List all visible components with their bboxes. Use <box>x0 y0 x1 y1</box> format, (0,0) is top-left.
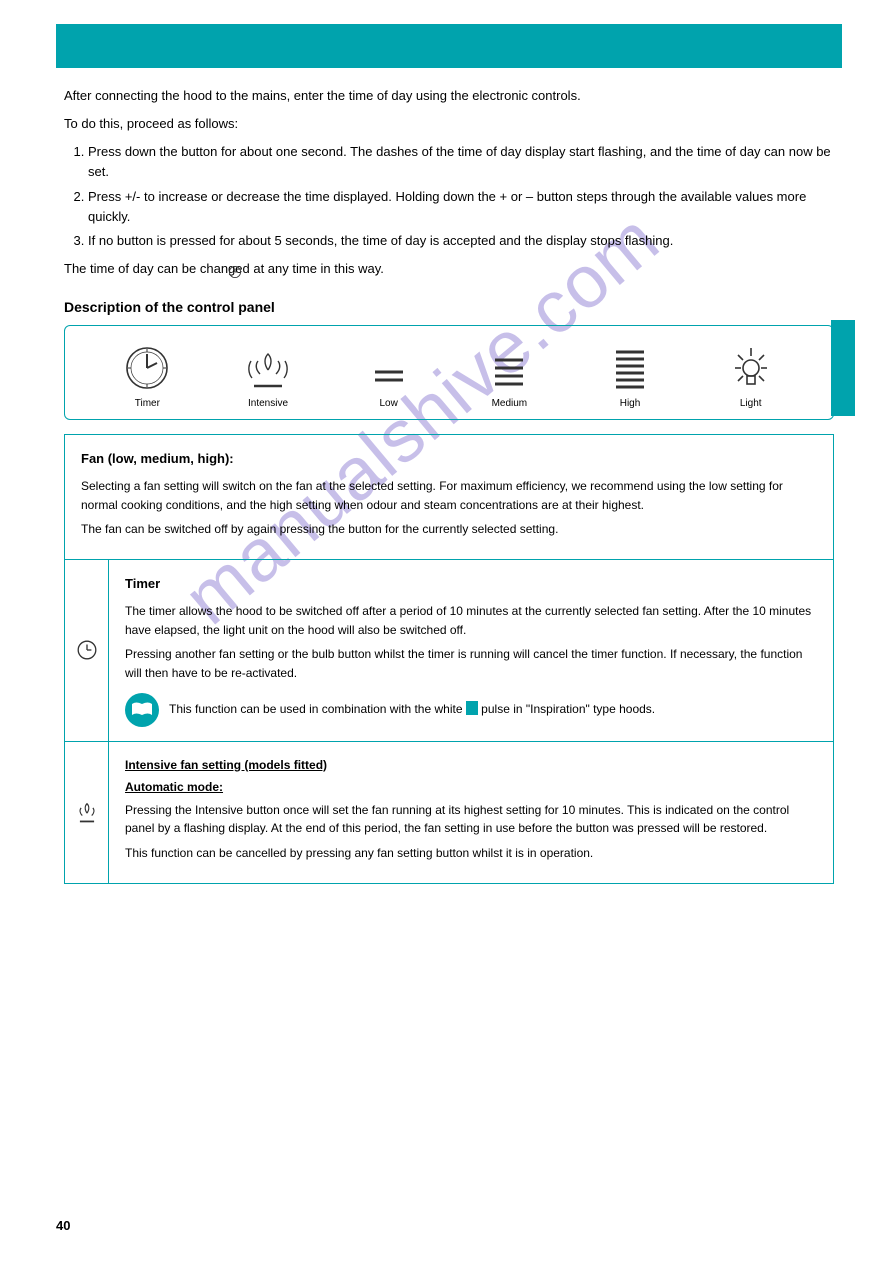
control-description-table: Fan (low, medium, high): Selecting a fan… <box>64 434 834 883</box>
intro-note: The time of day can be changed at any ti… <box>64 259 834 279</box>
row-intensive-sub: Automatic mode: <box>125 778 223 797</box>
intro-para-2: To do this, proceed as follows: <box>64 114 834 134</box>
panel-icon-timer: Timer <box>87 344 208 409</box>
row-intensive-heading: Intensive fan setting (models fitted) <box>125 756 327 775</box>
section-side-tab <box>831 320 855 416</box>
table-row: Intensive fan setting (models fitted) Au… <box>65 741 833 883</box>
panel-label-intensive: Intensive <box>208 398 329 409</box>
panel-icon-low: Low <box>328 344 449 409</box>
intro-block: After connecting the hood to the mains, … <box>64 86 834 279</box>
fan-boost-icon <box>74 797 100 827</box>
manual-icon <box>125 693 159 727</box>
panel-label-timer: Timer <box>87 398 208 409</box>
clock-icon <box>228 265 242 279</box>
table-row: Timer The timer allows the hood to be sw… <box>65 559 833 741</box>
panel-icon-medium: Medium <box>449 344 570 409</box>
intro-step-2: Press +/- to increase or decrease the ti… <box>88 187 834 227</box>
table-row: Fan (low, medium, high): Selecting a fan… <box>65 434 833 559</box>
page-number: 40 <box>56 1218 70 1233</box>
panel-label-medium: Medium <box>449 398 570 409</box>
clock-icon <box>123 344 171 392</box>
fan-boost-icon <box>246 344 290 392</box>
panel-label-high: High <box>570 398 691 409</box>
pulse-icon <box>466 701 478 715</box>
header-bar <box>56 24 842 68</box>
row-timer-heading: Timer <box>125 574 817 594</box>
intro-step-3: If no button is pressed for about 5 seco… <box>88 231 834 251</box>
panel-icon-intensive: Intensive <box>208 344 329 409</box>
fan-low-icon <box>367 344 411 392</box>
row-intensive-body-2: This function can be cancelled by pressi… <box>125 844 817 863</box>
row-fan-body-1: Selecting a fan setting will switch on t… <box>81 477 817 514</box>
panel-label-light: Light <box>690 398 811 409</box>
fan-medium-icon <box>487 344 531 392</box>
clock-icon <box>76 639 98 661</box>
row-timer-body-1: The timer allows the hood to be switched… <box>125 602 817 639</box>
control-panel-diagram: Timer Intensive <box>64 325 834 420</box>
timer-note-inner: This function can be used in combination… <box>169 702 655 716</box>
panel-label-low: Low <box>328 398 449 409</box>
panel-subheading: Description of the control panel <box>64 299 834 315</box>
timer-note-text: This function can be used in combination… <box>169 700 655 719</box>
row-timer-body-2: Pressing another fan setting or the bulb… <box>125 645 817 682</box>
light-icon <box>727 344 775 392</box>
panel-icon-high: High <box>570 344 691 409</box>
intro-para-1: After connecting the hood to the mains, … <box>64 86 834 106</box>
panel-icon-light: Light <box>690 344 811 409</box>
row-fan-heading: Fan (low, medium, high): <box>81 449 817 469</box>
timer-note: This function can be used in combination… <box>125 693 817 727</box>
row-intensive-body-1: Pressing the Intensive button once will … <box>125 801 817 838</box>
fan-high-icon <box>608 344 652 392</box>
intro-step-1-text: Press down the button for about one seco… <box>88 144 831 179</box>
row-fan-body-2: The fan can be switched off by again pre… <box>81 520 817 539</box>
intro-step-1: Press down the button for about one seco… <box>88 142 834 182</box>
